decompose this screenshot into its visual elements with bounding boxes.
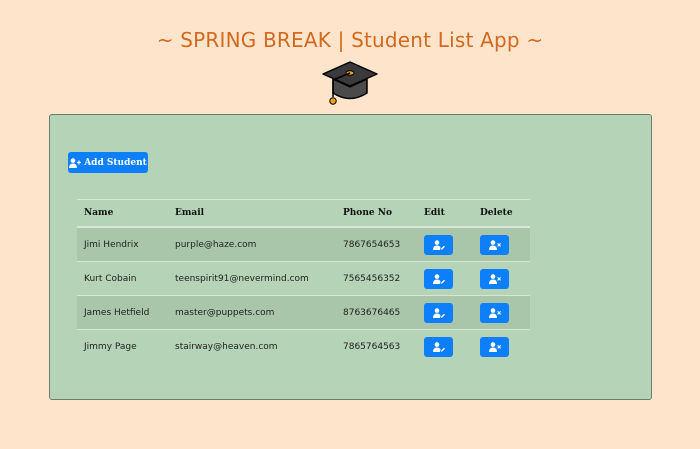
add-student-label: Add Student [84,157,147,168]
student-panel: Add Student Name Email Phone No Edit Del… [49,114,652,400]
cell-phone: 7867654653 [343,239,401,250]
delete-button[interactable] [480,234,509,255]
cell-email: stairway@heaven.com [175,341,278,352]
header-edit: Edit [424,208,445,218]
table-header-row: Name Email Phone No Edit Delete [77,200,530,227]
cell-name: Kurt Cobain [84,273,137,284]
table-row: Kurt Cobain teenspirit91@nevermind.com 7… [77,261,530,295]
table-row: Jimi Hendrix purple@haze.com 7867654653 [77,227,530,261]
user-edit-icon [432,239,445,250]
cell-email: master@puppets.com [175,307,275,318]
cell-phone: 8763676465 [343,307,401,318]
delete-button[interactable] [480,336,509,357]
table-row: Jimmy Page stairway@heaven.com 786576456… [77,329,530,363]
delete-button[interactable] [480,268,509,289]
cell-email: teenspirit91@nevermind.com [175,273,309,284]
header-email: Email [175,208,205,218]
user-remove-icon [488,307,501,318]
cell-name: Jimmy Page [84,341,137,352]
edit-button[interactable] [424,234,453,255]
cell-phone: 7565456352 [343,273,401,284]
user-edit-icon [432,341,445,352]
edit-button[interactable] [424,268,453,289]
page-title: ~ SPRING BREAK | Student List App ~ [156,28,544,52]
edit-button[interactable] [424,302,453,323]
user-edit-icon [432,273,445,284]
add-student-button[interactable]: Add Student [68,152,148,173]
cell-name: James Hetfield [84,307,150,318]
cell-phone: 7865764563 [343,341,401,352]
delete-button[interactable] [480,302,509,323]
edit-button[interactable] [424,336,453,357]
user-plus-icon [69,157,82,168]
header-phone: Phone No [343,208,392,218]
cell-email: purple@haze.com [175,239,257,250]
cell-name: Jimi Hendrix [84,239,139,250]
user-remove-icon [488,239,501,250]
user-edit-icon [432,307,445,318]
header-name: Name [84,208,114,218]
user-remove-icon [488,273,501,284]
student-table: Name Email Phone No Edit Delete Jimi Hen… [77,199,530,363]
user-remove-icon [488,341,501,352]
table-row: James Hetfield master@puppets.com 876367… [77,295,530,329]
header-delete: Delete [480,208,513,218]
graduation-cap-icon [322,61,378,105]
